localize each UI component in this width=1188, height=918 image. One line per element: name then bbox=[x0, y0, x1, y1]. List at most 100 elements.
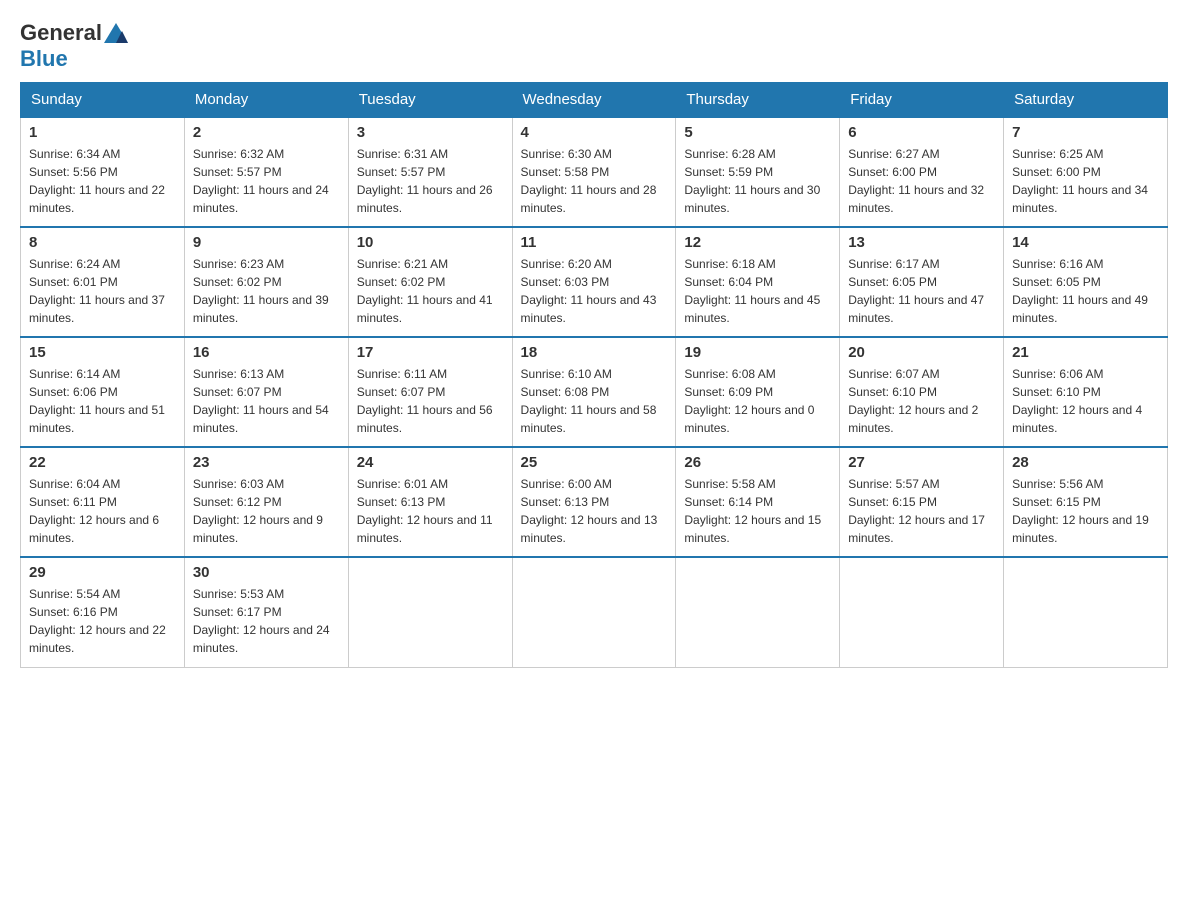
day-info: Sunrise: 6:07 AMSunset: 6:10 PMDaylight:… bbox=[848, 365, 995, 437]
day-number: 21 bbox=[1012, 344, 1159, 361]
day-info: Sunrise: 5:54 AMSunset: 6:16 PMDaylight:… bbox=[29, 585, 176, 657]
calendar-cell: 5 Sunrise: 6:28 AMSunset: 5:59 PMDaylight… bbox=[676, 117, 840, 227]
calendar-cell: 30 Sunrise: 5:53 AMSunset: 6:17 PMDayligh… bbox=[184, 557, 348, 667]
logo-triangle-icon bbox=[104, 23, 128, 43]
calendar-cell bbox=[676, 557, 840, 667]
calendar-cell: 3 Sunrise: 6:31 AMSunset: 5:57 PMDaylight… bbox=[348, 117, 512, 227]
day-number: 11 bbox=[521, 234, 668, 251]
day-number: 1 bbox=[29, 124, 176, 141]
day-number: 10 bbox=[357, 234, 504, 251]
calendar-cell: 4 Sunrise: 6:30 AMSunset: 5:58 PMDaylight… bbox=[512, 117, 676, 227]
day-info: Sunrise: 6:28 AMSunset: 5:59 PMDaylight:… bbox=[684, 145, 831, 217]
calendar-cell: 17 Sunrise: 6:11 AMSunset: 6:07 PMDayligh… bbox=[348, 337, 512, 447]
calendar-cell: 27Sunrise: 5:57 AMSunset: 6:15 PMDayligh… bbox=[840, 447, 1004, 557]
header-tuesday: Tuesday bbox=[348, 83, 512, 118]
calendar-week-2: 8 Sunrise: 6:24 AMSunset: 6:01 PMDaylight… bbox=[21, 227, 1168, 337]
calendar-cell: 13 Sunrise: 6:17 AMSunset: 6:05 PMDayligh… bbox=[840, 227, 1004, 337]
day-number: 16 bbox=[193, 344, 340, 361]
header-sunday: Sunday bbox=[21, 83, 185, 118]
calendar-cell: 24 Sunrise: 6:01 AMSunset: 6:13 PMDayligh… bbox=[348, 447, 512, 557]
day-info: Sunrise: 6:32 AMSunset: 5:57 PMDaylight:… bbox=[193, 145, 340, 217]
calendar-cell: 7Sunrise: 6:25 AMSunset: 6:00 PMDaylight… bbox=[1004, 117, 1168, 227]
logo: General Blue bbox=[20, 20, 128, 72]
day-info: Sunrise: 6:21 AMSunset: 6:02 PMDaylight:… bbox=[357, 255, 504, 327]
calendar-cell: 15Sunrise: 6:14 AMSunset: 6:06 PMDayligh… bbox=[21, 337, 185, 447]
calendar-cell: 28Sunrise: 5:56 AMSunset: 6:15 PMDayligh… bbox=[1004, 447, 1168, 557]
calendar-table: SundayMondayTuesdayWednesdayThursdayFrid… bbox=[20, 82, 1168, 668]
calendar-cell: 6Sunrise: 6:27 AMSunset: 6:00 PMDaylight… bbox=[840, 117, 1004, 227]
logo-general-text: General bbox=[20, 20, 102, 46]
day-number: 9 bbox=[193, 234, 340, 251]
day-info: Sunrise: 6:08 AMSunset: 6:09 PMDaylight:… bbox=[684, 365, 831, 437]
day-info: Sunrise: 5:53 AMSunset: 6:17 PMDaylight:… bbox=[193, 585, 340, 657]
day-number: 30 bbox=[193, 564, 340, 581]
day-info: Sunrise: 6:30 AMSunset: 5:58 PMDaylight:… bbox=[521, 145, 668, 217]
calendar-cell: 16 Sunrise: 6:13 AMSunset: 6:07 PMDayligh… bbox=[184, 337, 348, 447]
day-info: Sunrise: 6:31 AMSunset: 5:57 PMDaylight:… bbox=[357, 145, 504, 217]
calendar-cell: 8 Sunrise: 6:24 AMSunset: 6:01 PMDaylight… bbox=[21, 227, 185, 337]
calendar-cell: 26 Sunrise: 5:58 AMSunset: 6:14 PMDayligh… bbox=[676, 447, 840, 557]
day-info: Sunrise: 6:24 AMSunset: 6:01 PMDaylight:… bbox=[29, 255, 176, 327]
day-number: 8 bbox=[29, 234, 176, 251]
day-number: 13 bbox=[848, 234, 995, 251]
header-thursday: Thursday bbox=[676, 83, 840, 118]
day-info: Sunrise: 6:20 AMSunset: 6:03 PMDaylight:… bbox=[521, 255, 668, 327]
calendar-cell: 12Sunrise: 6:18 AMSunset: 6:04 PMDayligh… bbox=[676, 227, 840, 337]
header-friday: Friday bbox=[840, 83, 1004, 118]
weekday-header-row: SundayMondayTuesdayWednesdayThursdayFrid… bbox=[21, 83, 1168, 118]
calendar-cell: 11 Sunrise: 6:20 AMSunset: 6:03 PMDayligh… bbox=[512, 227, 676, 337]
day-info: Sunrise: 6:18 AMSunset: 6:04 PMDaylight:… bbox=[684, 255, 831, 327]
day-number: 26 bbox=[684, 454, 831, 471]
day-number: 24 bbox=[357, 454, 504, 471]
calendar-cell: 23 Sunrise: 6:03 AMSunset: 6:12 PMDayligh… bbox=[184, 447, 348, 557]
day-number: 22 bbox=[29, 454, 176, 471]
day-number: 19 bbox=[684, 344, 831, 361]
day-info: Sunrise: 6:01 AMSunset: 6:13 PMDaylight:… bbox=[357, 475, 504, 547]
day-number: 29 bbox=[29, 564, 176, 581]
calendar-week-3: 15Sunrise: 6:14 AMSunset: 6:06 PMDayligh… bbox=[21, 337, 1168, 447]
day-number: 6 bbox=[848, 124, 995, 141]
day-number: 28 bbox=[1012, 454, 1159, 471]
day-info: Sunrise: 6:10 AMSunset: 6:08 PMDaylight:… bbox=[521, 365, 668, 437]
calendar-cell: 29 Sunrise: 5:54 AMSunset: 6:16 PMDayligh… bbox=[21, 557, 185, 667]
day-number: 17 bbox=[357, 344, 504, 361]
calendar-cell bbox=[840, 557, 1004, 667]
day-info: Sunrise: 6:06 AMSunset: 6:10 PMDaylight:… bbox=[1012, 365, 1159, 437]
day-info: Sunrise: 5:58 AMSunset: 6:14 PMDaylight:… bbox=[684, 475, 831, 547]
calendar-cell: 2 Sunrise: 6:32 AMSunset: 5:57 PMDaylight… bbox=[184, 117, 348, 227]
day-info: Sunrise: 6:23 AMSunset: 6:02 PMDaylight:… bbox=[193, 255, 340, 327]
day-info: Sunrise: 6:03 AMSunset: 6:12 PMDaylight:… bbox=[193, 475, 340, 547]
day-info: Sunrise: 6:13 AMSunset: 6:07 PMDaylight:… bbox=[193, 365, 340, 437]
day-number: 2 bbox=[193, 124, 340, 141]
header-saturday: Saturday bbox=[1004, 83, 1168, 118]
calendar-cell: 10 Sunrise: 6:21 AMSunset: 6:02 PMDayligh… bbox=[348, 227, 512, 337]
day-number: 27 bbox=[848, 454, 995, 471]
calendar-cell: 20 Sunrise: 6:07 AMSunset: 6:10 PMDayligh… bbox=[840, 337, 1004, 447]
day-number: 23 bbox=[193, 454, 340, 471]
header-monday: Monday bbox=[184, 83, 348, 118]
day-info: Sunrise: 6:17 AMSunset: 6:05 PMDaylight:… bbox=[848, 255, 995, 327]
calendar-cell: 18 Sunrise: 6:10 AMSunset: 6:08 PMDayligh… bbox=[512, 337, 676, 447]
day-info: Sunrise: 6:04 AMSunset: 6:11 PMDaylight:… bbox=[29, 475, 176, 547]
calendar-cell bbox=[512, 557, 676, 667]
calendar-cell: 14Sunrise: 6:16 AMSunset: 6:05 PMDayligh… bbox=[1004, 227, 1168, 337]
calendar-cell: 21 Sunrise: 6:06 AMSunset: 6:10 PMDayligh… bbox=[1004, 337, 1168, 447]
logo-blue-text: Blue bbox=[20, 46, 68, 72]
day-number: 25 bbox=[521, 454, 668, 471]
day-number: 4 bbox=[521, 124, 668, 141]
day-info: Sunrise: 6:11 AMSunset: 6:07 PMDaylight:… bbox=[357, 365, 504, 437]
calendar-week-4: 22 Sunrise: 6:04 AMSunset: 6:11 PMDayligh… bbox=[21, 447, 1168, 557]
day-info: Sunrise: 6:34 AMSunset: 5:56 PMDaylight:… bbox=[29, 145, 176, 217]
calendar-week-5: 29 Sunrise: 5:54 AMSunset: 6:16 PMDayligh… bbox=[21, 557, 1168, 667]
day-number: 20 bbox=[848, 344, 995, 361]
day-number: 5 bbox=[684, 124, 831, 141]
day-number: 7 bbox=[1012, 124, 1159, 141]
header-wednesday: Wednesday bbox=[512, 83, 676, 118]
calendar-cell: 19 Sunrise: 6:08 AMSunset: 6:09 PMDayligh… bbox=[676, 337, 840, 447]
page-header: General Blue bbox=[20, 20, 1168, 72]
day-number: 3 bbox=[357, 124, 504, 141]
calendar-cell: 1 Sunrise: 6:34 AMSunset: 5:56 PMDaylight… bbox=[21, 117, 185, 227]
day-number: 14 bbox=[1012, 234, 1159, 251]
day-info: Sunrise: 6:00 AMSunset: 6:13 PMDaylight:… bbox=[521, 475, 668, 547]
day-number: 18 bbox=[521, 344, 668, 361]
